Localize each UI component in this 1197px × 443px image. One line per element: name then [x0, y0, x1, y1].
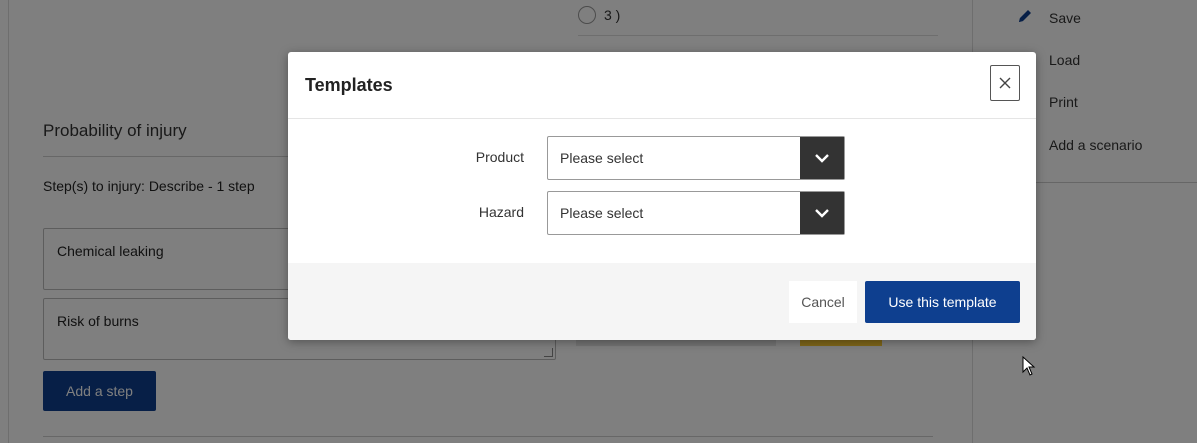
modal-header: Templates [288, 52, 1036, 119]
hazard-row: Hazard Please select [288, 191, 1036, 235]
hazard-select-value: Please select [560, 205, 644, 221]
modal-title: Templates [305, 75, 393, 95]
product-select[interactable]: Please select [547, 136, 845, 180]
product-row: Product Please select [288, 136, 1036, 180]
mouse-cursor-icon [1022, 356, 1036, 376]
chevron-down-icon[interactable] [800, 192, 844, 234]
chevron-down-icon[interactable] [800, 137, 844, 179]
templates-modal: Templates Product Please select Hazard P… [288, 52, 1036, 340]
cancel-button[interactable]: Cancel [789, 281, 857, 323]
product-select-value: Please select [560, 150, 644, 166]
use-template-button[interactable]: Use this template [865, 281, 1020, 323]
close-icon [999, 77, 1011, 89]
modal-footer: Cancel Use this template [288, 263, 1036, 340]
close-button[interactable] [990, 65, 1020, 101]
product-label: Product [475, 149, 524, 165]
hazard-label: Hazard [478, 204, 524, 220]
hazard-select[interactable]: Please select [547, 191, 845, 235]
